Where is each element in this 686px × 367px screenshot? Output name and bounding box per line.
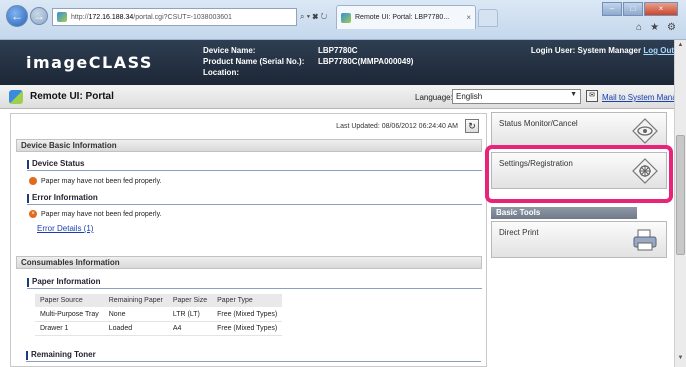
paper-size-header: Paper Size <box>167 294 213 308</box>
device-labels: Device Name: Product Name (Serial No.): … <box>203 45 304 78</box>
location-label: Location: <box>203 68 239 77</box>
site-favicon-icon <box>57 12 67 22</box>
device-status-heading: Device Status <box>27 159 482 171</box>
table-cell: Loaded <box>103 321 168 336</box>
portal-bar: Remote UI: Portal Language: English ▼ ✉ … <box>0 85 686 109</box>
minimize-button[interactable]: – <box>602 2 622 16</box>
consumables-info-heading: Consumables Information <box>16 256 482 269</box>
browser-toolbar-icons: ⌂ ★ ⚙ <box>636 22 676 33</box>
device-basic-info-heading: Device Basic Information <box>16 139 482 152</box>
paper-table: Paper Source Remaining Paper Paper Size … <box>35 294 283 336</box>
scroll-down-icon[interactable]: ▼ <box>676 355 685 365</box>
scroll-up-icon[interactable]: ▲ <box>676 42 685 52</box>
table-cell: Free (Mixed Types) <box>212 307 283 322</box>
device-name-label: Device Name: <box>203 46 256 55</box>
product-name-label: Product Name (Serial No.): <box>203 57 305 66</box>
paper-info-heading: Paper Information <box>27 277 482 289</box>
browser-tab[interactable]: Remote UI: Portal: LBP7780... × <box>336 5 476 29</box>
logout-link[interactable]: Log Out <box>643 46 674 55</box>
error-details-link[interactable]: Error Details (1) <box>37 224 93 233</box>
tab-favicon-icon <box>341 12 351 23</box>
address-tools[interactable]: ⌕ ▾ ✖ ↻ <box>300 8 327 26</box>
table-cell: None <box>103 307 168 322</box>
gear-icon[interactable]: ⚙ <box>667 22 676 33</box>
portal-title: Remote UI: Portal <box>30 91 114 102</box>
table-row: Multi-Purpose Tray None LTR (LT) Free (M… <box>35 307 283 322</box>
url-text: http://172.16.188.34/portal.cgi?CSUT=-10… <box>71 13 232 21</box>
direct-print-button[interactable]: Direct Print <box>491 221 667 258</box>
vertical-scrollbar[interactable]: ▲ ▼ <box>674 40 686 367</box>
last-updated: Last Updated: 08/06/2012 06:24:40 AM <box>336 123 458 130</box>
table-cell: LTR (LT) <box>167 307 213 322</box>
address-bar[interactable]: http://172.16.188.34/portal.cgi?CSUT=-10… <box>52 8 297 26</box>
error-info-heading: Error Information <box>27 193 482 205</box>
back-button[interactable]: ← <box>6 5 28 27</box>
table-cell: A4 <box>167 321 213 336</box>
printer-icon <box>633 229 657 251</box>
device-status-text: Paper may have not been fed properly. <box>41 177 162 185</box>
error-message: × Paper may have not been fed properly. <box>29 210 162 218</box>
direct-print-label: Direct Print <box>499 228 539 237</box>
settings-highlight-frame <box>485 145 673 203</box>
remaining-toner-heading: Remaining Toner <box>26 350 481 362</box>
paper-type-header: Paper Type <box>212 294 283 308</box>
language-select[interactable]: English ▼ <box>452 89 581 104</box>
refresh-button[interactable]: ↻ <box>465 119 479 133</box>
login-info: Login User: System Manager Log Out <box>531 46 674 55</box>
error-text: Paper may have not been fed properly. <box>41 210 162 218</box>
paper-table-header: Paper Source Remaining Paper Paper Size … <box>35 294 283 308</box>
table-row: Drawer 1 Loaded A4 Free (Mixed Types) <box>35 321 283 336</box>
device-header: imageCLASS Device Name: Product Name (Se… <box>0 40 686 85</box>
warning-icon <box>29 177 37 185</box>
status-monitor-label: Status Monitor/Cancel <box>499 119 578 128</box>
error-icon: × <box>29 210 37 218</box>
language-label: Language: <box>415 93 453 102</box>
basic-tools-heading: Basic Tools <box>491 207 637 219</box>
status-monitor-button[interactable]: Status Monitor/Cancel <box>491 112 667 149</box>
device-values: LBP7780C LBP7780C(MMPA000049) <box>318 45 413 67</box>
device-name-value: LBP7780C <box>318 46 358 55</box>
product-name-value: LBP7780C(MMPA000049) <box>318 57 414 66</box>
login-user-text: Login User: System Manager <box>530 46 642 55</box>
tab-close-icon[interactable]: × <box>466 13 471 22</box>
portal-icon <box>9 90 23 104</box>
tab-title: Remote UI: Portal: LBP7780... <box>355 14 450 21</box>
mail-icon[interactable]: ✉ <box>586 90 598 102</box>
star-icon[interactable]: ★ <box>650 22 659 33</box>
table-cell: Free (Mixed Types) <box>212 321 283 336</box>
home-icon[interactable]: ⌂ <box>636 22 642 33</box>
forward-button[interactable]: → <box>30 7 48 25</box>
eye-icon <box>632 118 658 144</box>
paper-source-header: Paper Source <box>35 294 104 308</box>
close-window-button[interactable]: × <box>644 2 678 16</box>
browser-chrome: ← → http://172.16.188.34/portal.cgi?CSUT… <box>0 0 686 40</box>
scroll-thumb[interactable] <box>676 135 685 255</box>
window-controls: – □ × <box>602 2 678 16</box>
language-value: English <box>456 92 483 101</box>
chevron-down-icon: ▼ <box>570 91 577 98</box>
table-cell: Multi-Purpose Tray <box>35 307 104 322</box>
device-status-message: Paper may have not been fed properly. <box>29 177 162 185</box>
maximize-button[interactable]: □ <box>623 2 643 16</box>
imageclass-logo: imageCLASS <box>26 53 153 72</box>
remaining-paper-header: Remaining Paper <box>103 294 168 308</box>
table-cell: Drawer 1 <box>35 321 104 336</box>
new-tab-button[interactable] <box>478 9 498 27</box>
